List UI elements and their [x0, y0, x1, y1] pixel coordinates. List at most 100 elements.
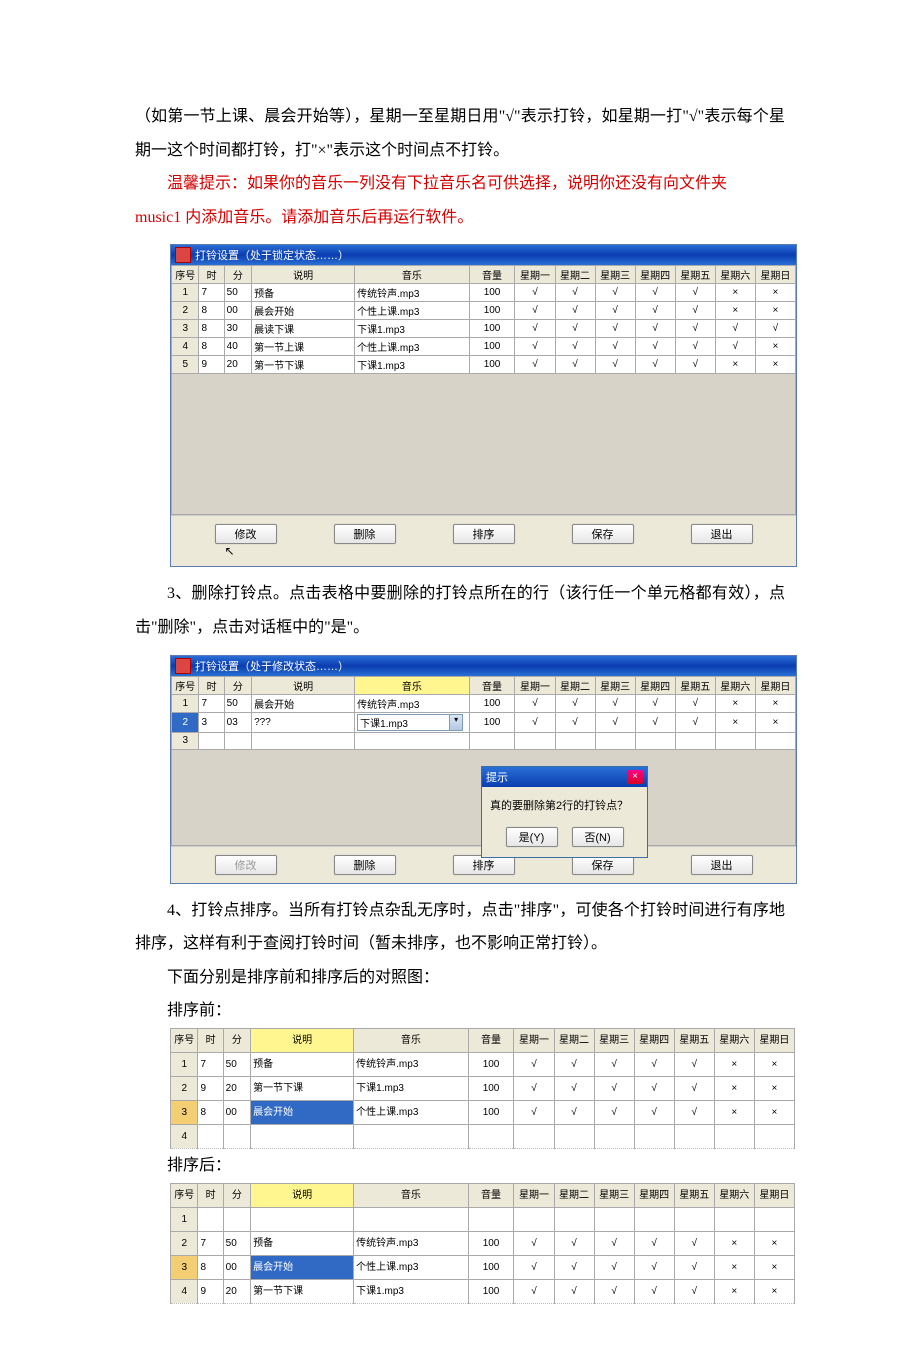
cell[interactable]: 8 [199, 302, 224, 320]
dialog-titlebar[interactable]: 提示 × [482, 767, 647, 787]
cell[interactable]: 晨读下课 [252, 320, 355, 338]
cell[interactable]: × [715, 356, 755, 374]
cell[interactable]: 3 [172, 732, 199, 749]
column-header[interactable]: 星期三 [595, 266, 635, 284]
cell[interactable]: 100 [469, 356, 515, 374]
cell[interactable] [252, 732, 355, 749]
column-header[interactable]: 星期一 [515, 676, 555, 694]
schedule-grid[interactable]: 序号时分说明音乐音量星期一星期二星期三星期四星期五星期六星期日1750预备传统铃… [171, 265, 796, 374]
cell[interactable]: 100 [469, 694, 515, 712]
cell[interactable] [199, 732, 224, 749]
cell[interactable]: √ [515, 712, 555, 732]
save-button[interactable]: 保存 [572, 855, 634, 875]
cell[interactable]: × [715, 284, 755, 302]
cell[interactable]: 下课1.mp3▾ [355, 712, 469, 732]
column-header[interactable]: 星期四 [635, 266, 675, 284]
cell[interactable]: 100 [469, 320, 515, 338]
column-header[interactable]: 星期一 [515, 266, 555, 284]
cell[interactable]: 100 [469, 284, 515, 302]
cell[interactable]: 1 [172, 284, 199, 302]
column-header[interactable]: 星期五 [675, 676, 715, 694]
column-header[interactable]: 说明 [252, 266, 355, 284]
cell[interactable]: 20 [224, 356, 251, 374]
cell[interactable]: × [755, 694, 795, 712]
cell[interactable]: × [755, 356, 795, 374]
column-header[interactable]: 音量 [469, 676, 515, 694]
column-header[interactable]: 星期二 [555, 266, 595, 284]
save-button[interactable]: 保存 [572, 524, 634, 544]
cell[interactable]: √ [595, 284, 635, 302]
table-row[interactable]: 2303???下课1.mp3▾100√√√√√×× [172, 712, 796, 732]
no-button[interactable]: 否(N) [572, 827, 624, 847]
cell[interactable]: 50 [224, 694, 251, 712]
cell[interactable]: 第一节上课 [252, 338, 355, 356]
cell[interactable]: 03 [224, 712, 251, 732]
table-row[interactable]: 4840第一节上课个性上课.mp3100√√√√√√× [172, 338, 796, 356]
table-row[interactable]: 3 [172, 732, 796, 749]
cell[interactable]: √ [595, 338, 635, 356]
cell[interactable]: √ [635, 712, 675, 732]
delete-button[interactable]: 删除 [334, 524, 396, 544]
titlebar[interactable]: 打铃设置（处于锁定状态……） [171, 245, 796, 265]
cell[interactable]: √ [635, 284, 675, 302]
column-header[interactable]: 星期日 [755, 676, 795, 694]
cell[interactable]: 3 [199, 712, 224, 732]
cell[interactable]: 传统铃声.mp3 [355, 694, 469, 712]
cell[interactable]: √ [675, 320, 715, 338]
column-header[interactable]: 分 [224, 676, 251, 694]
cell[interactable]: √ [515, 302, 555, 320]
column-header[interactable]: 序号 [172, 676, 199, 694]
cell[interactable]: × [715, 712, 755, 732]
cell[interactable]: 个性上课.mp3 [355, 302, 469, 320]
cell[interactable]: √ [515, 356, 555, 374]
cell[interactable]: √ [595, 302, 635, 320]
cell[interactable]: 00 [224, 302, 251, 320]
cell[interactable]: √ [715, 338, 755, 356]
cell[interactable]: √ [675, 338, 715, 356]
cell[interactable]: √ [515, 284, 555, 302]
schedule-grid[interactable]: 序号时分说明音乐音量星期一星期二星期三星期四星期五星期六星期日1750晨会开始传… [171, 676, 796, 750]
cell[interactable]: √ [555, 694, 595, 712]
column-header[interactable]: 序号 [172, 266, 199, 284]
modify-button[interactable]: 修改 [215, 855, 277, 875]
column-header[interactable]: 星期三 [595, 676, 635, 694]
cell[interactable]: 8 [199, 320, 224, 338]
cell[interactable]: 预备 [252, 284, 355, 302]
cell[interactable]: 传统铃声.mp3 [355, 284, 469, 302]
cell[interactable]: 3 [172, 320, 199, 338]
column-header[interactable]: 说明 [252, 676, 355, 694]
cell[interactable]: × [755, 302, 795, 320]
yes-button[interactable]: 是(Y) [506, 827, 558, 847]
cell[interactable]: √ [675, 356, 715, 374]
cell[interactable]: √ [715, 320, 755, 338]
cell[interactable] [595, 732, 635, 749]
delete-button[interactable]: 删除 [334, 855, 396, 875]
exit-button[interactable]: 退出 [691, 855, 753, 875]
column-header[interactable]: 星期二 [555, 676, 595, 694]
cell[interactable]: 40 [224, 338, 251, 356]
column-header[interactable]: 时 [199, 266, 224, 284]
column-header[interactable]: 时 [199, 676, 224, 694]
cell[interactable]: × [715, 694, 755, 712]
close-icon[interactable]: × [627, 770, 643, 784]
cell[interactable]: √ [595, 320, 635, 338]
cell[interactable]: √ [555, 338, 595, 356]
table-row[interactable]: 1750预备传统铃声.mp3100√√√√√×× [172, 284, 796, 302]
cell[interactable] [755, 732, 795, 749]
cell[interactable]: 2 [172, 712, 199, 732]
cell[interactable]: 下课1.mp3 [355, 356, 469, 374]
cell[interactable]: 30 [224, 320, 251, 338]
cell[interactable]: √ [555, 712, 595, 732]
sort-button[interactable]: 排序 [453, 855, 515, 875]
cell[interactable]: √ [515, 694, 555, 712]
column-header[interactable]: 星期六 [715, 676, 755, 694]
column-header[interactable]: 音量 [469, 266, 515, 284]
cell[interactable]: √ [675, 712, 715, 732]
cell[interactable]: 下课1.mp3 [355, 320, 469, 338]
column-header[interactable]: 星期六 [715, 266, 755, 284]
column-header[interactable]: 星期日 [755, 266, 795, 284]
cell[interactable]: √ [755, 320, 795, 338]
cell[interactable]: 100 [469, 712, 515, 732]
cell[interactable]: √ [595, 712, 635, 732]
cell[interactable]: √ [635, 320, 675, 338]
